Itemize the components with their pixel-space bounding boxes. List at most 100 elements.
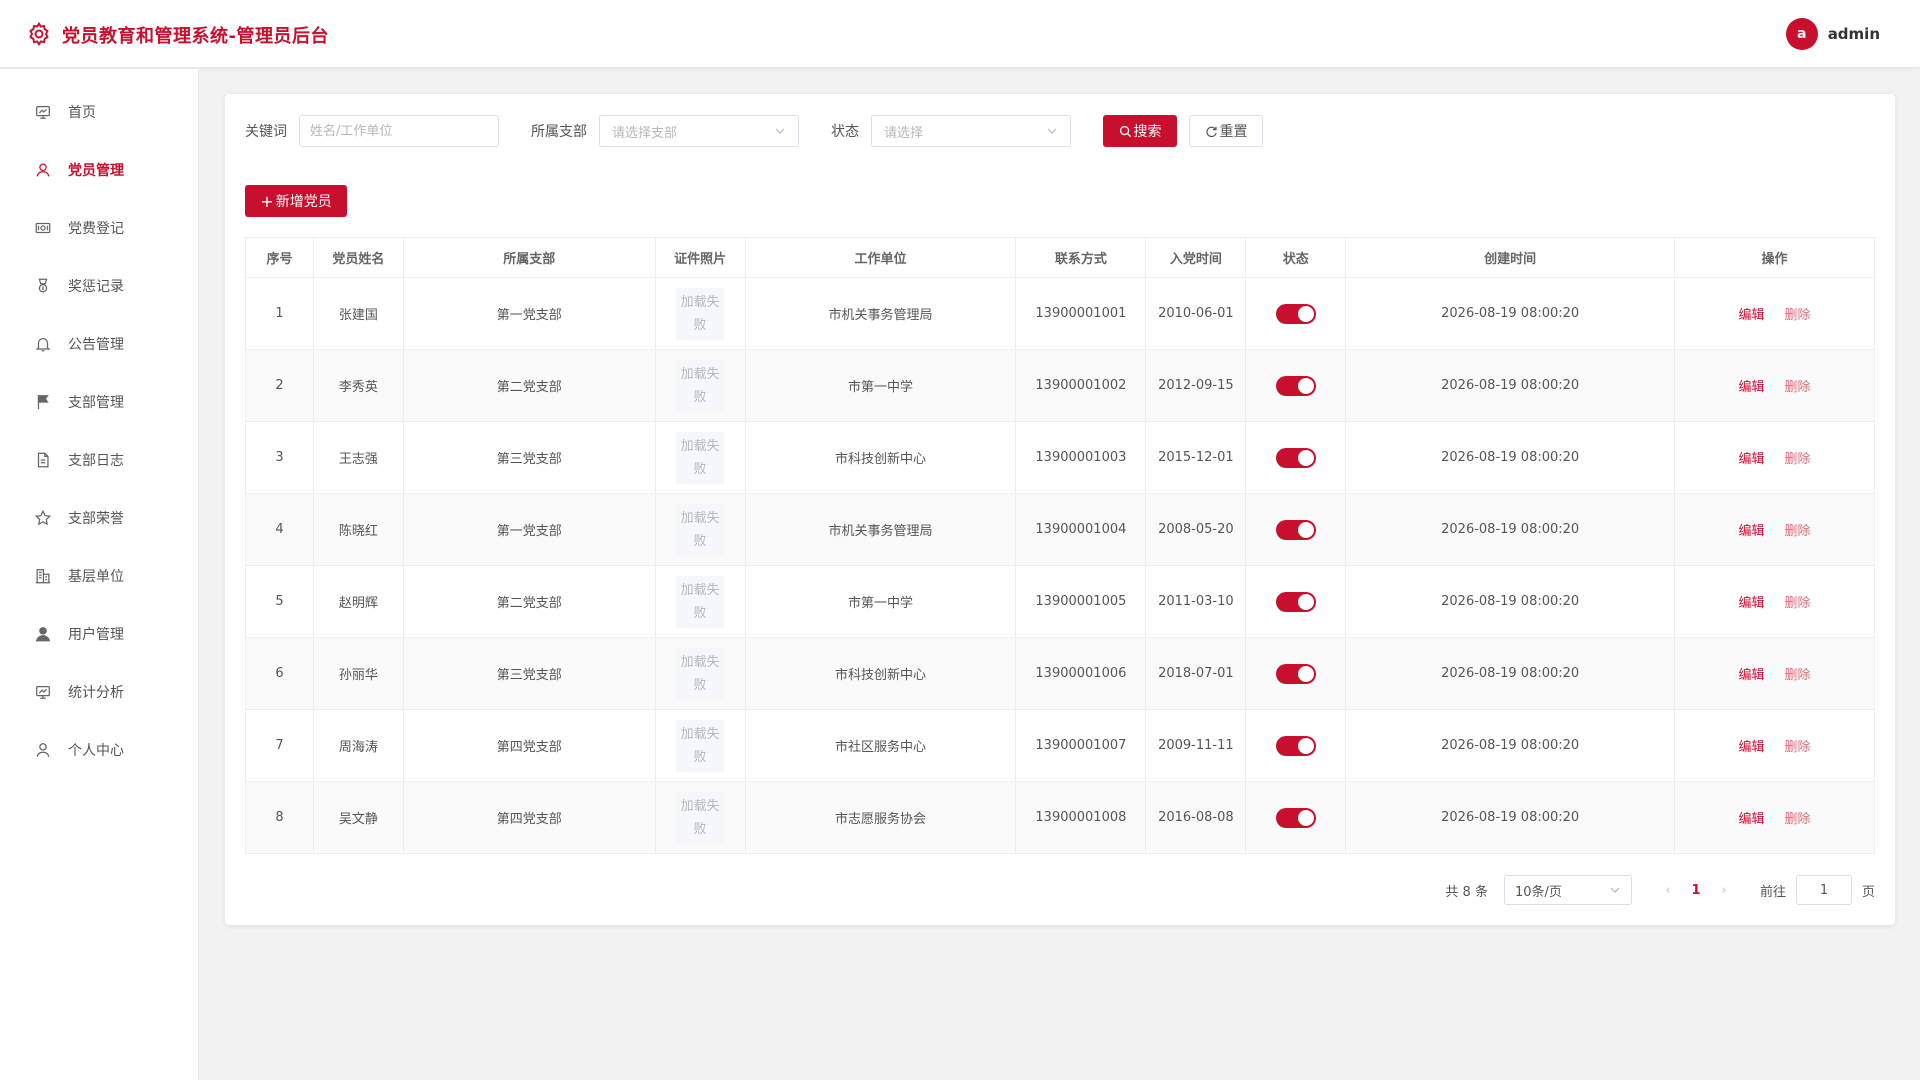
cell-photo: 加载失败	[654, 349, 746, 422]
cell-created: 2026-08-19 08:00:20	[1345, 565, 1676, 638]
status-toggle[interactable]	[1275, 807, 1316, 828]
cell-status	[1245, 493, 1347, 566]
add-member-button[interactable]: + 新增党员	[245, 185, 347, 217]
cell-no: 7	[245, 709, 314, 782]
cell-status	[1245, 709, 1347, 782]
cell-join-date: 2010-06-01	[1145, 277, 1247, 350]
photo-load-failed: 加载失败	[676, 431, 725, 484]
edit-link[interactable]: 编辑	[1739, 596, 1765, 611]
sidebar-item-2[interactable]: 党费登记	[0, 199, 198, 257]
edit-link[interactable]: 编辑	[1739, 380, 1765, 395]
edit-link[interactable]: 编辑	[1739, 812, 1765, 827]
sidebar-item-7[interactable]: 支部荣誉	[0, 489, 198, 547]
cell-photo: 加载失败	[654, 421, 746, 494]
status-toggle[interactable]	[1275, 303, 1316, 324]
sidebar-item-4[interactable]: 公告管理	[0, 315, 198, 373]
edit-link[interactable]: 编辑	[1739, 308, 1765, 323]
cell-name: 王志强	[312, 421, 404, 494]
goto-page-input[interactable]	[1795, 875, 1852, 905]
user-menu[interactable]: a admin	[1785, 18, 1880, 50]
cell-name: 张建国	[312, 277, 404, 350]
cell-unit: 市科技创新中心	[744, 421, 1017, 494]
cell-no: 3	[245, 421, 314, 494]
sidebar-item-6[interactable]: 支部日志	[0, 431, 198, 489]
goto-label: 前往	[1759, 884, 1786, 900]
cell-unit: 市志愿服务协会	[744, 781, 1017, 854]
sidebar-item-9[interactable]: 用户管理	[0, 605, 198, 663]
cell-unit: 市机关事务管理局	[744, 277, 1017, 350]
sidebar-item-5[interactable]: 支部管理	[0, 373, 198, 431]
status-toggle[interactable]	[1275, 519, 1316, 540]
sidebar-item-label: 支部管理	[68, 395, 124, 411]
sidebar-item-8[interactable]: 基层单位	[0, 547, 198, 605]
cell-actions: 编辑 删除	[1674, 565, 1875, 638]
reset-button-label: 重置	[1219, 124, 1248, 140]
photo-load-failed: 加载失败	[676, 791, 725, 844]
plus-icon: +	[260, 191, 274, 211]
cell-created: 2026-08-19 08:00:20	[1345, 493, 1676, 566]
search-button[interactable]: 搜索	[1103, 115, 1177, 147]
page-size-select[interactable]: 10条/页	[1503, 875, 1632, 905]
delete-link[interactable]: 删除	[1785, 308, 1811, 323]
cell-phone: 13900001005	[1015, 565, 1147, 638]
delete-link[interactable]: 删除	[1785, 524, 1811, 539]
next-page-icon[interactable]: ›	[1712, 883, 1736, 898]
delete-link[interactable]: 删除	[1785, 668, 1811, 683]
status-toggle[interactable]	[1275, 375, 1316, 396]
chevron-down-icon	[1610, 887, 1620, 893]
sidebar-item-label: 首页	[68, 105, 96, 121]
cell-phone: 13900001004	[1015, 493, 1147, 566]
cell-photo: 加载失败	[654, 277, 746, 350]
table-row: 3 王志强 第三党支部 加载失败 市科技创新中心 13900001003 2015-12-0…	[245, 421, 1875, 494]
cell-created: 2026-08-19 08:00:20	[1345, 277, 1676, 350]
avatar[interactable]: a	[1785, 18, 1818, 50]
table-header-row: 序号 党员姓名 所属支部 证件照片 工作单位 联系方式 入党时间 状态 创建时间 操作	[245, 237, 1875, 278]
cell-status	[1245, 349, 1347, 422]
cell-unit: 市第一中学	[744, 349, 1017, 422]
sidebar-item-0[interactable]: 首页	[0, 83, 198, 141]
content-card: 关键词 所属支部 请选择支部 状态 请选择 搜索 重置 + 新增党员	[225, 94, 1895, 925]
delete-link[interactable]: 删除	[1785, 740, 1811, 755]
members-table: 序号 党员姓名 所属支部 证件照片 工作单位 联系方式 入党时间 状态 创建时间 操作 1 张建国第…	[245, 237, 1875, 854]
cell-branch: 第三党支部	[402, 637, 656, 710]
column-header: 党员姓名	[312, 237, 404, 278]
branch-select[interactable]: 请选择支部	[599, 115, 799, 147]
status-toggle[interactable]	[1275, 663, 1316, 684]
keyword-input[interactable]	[299, 115, 499, 147]
cell-branch: 第二党支部	[402, 565, 656, 638]
delete-link[interactable]: 删除	[1785, 380, 1811, 395]
cell-join-date: 2009-11-11	[1145, 709, 1247, 782]
prev-page-icon[interactable]: ‹	[1656, 883, 1680, 898]
sidebar-item-label: 统计分析	[68, 685, 124, 701]
edit-link[interactable]: 编辑	[1739, 668, 1765, 683]
reset-button[interactable]: 重置	[1189, 115, 1263, 147]
cell-photo: 加载失败	[654, 565, 746, 638]
chevron-down-icon	[775, 128, 785, 134]
status-toggle[interactable]	[1275, 447, 1316, 468]
sidebar-item-3[interactable]: 奖惩记录	[0, 257, 198, 315]
edit-link[interactable]: 编辑	[1739, 452, 1765, 467]
delete-link[interactable]: 删除	[1785, 596, 1811, 611]
table-row: 4 陈晓红 第一党支部 加载失败 市机关事务管理局 13900001004 2008-05-…	[245, 493, 1875, 566]
status-toggle[interactable]	[1275, 735, 1316, 756]
cell-actions: 编辑 删除	[1674, 637, 1875, 710]
sidebar-item-label: 党员管理	[68, 163, 124, 179]
cell-created: 2026-08-19 08:00:20	[1345, 781, 1676, 854]
edit-link[interactable]: 编辑	[1739, 740, 1765, 755]
page-number-current[interactable]: 1	[1680, 883, 1712, 898]
column-header: 创建时间	[1345, 237, 1676, 278]
status-toggle[interactable]	[1275, 591, 1316, 612]
delete-link[interactable]: 删除	[1785, 812, 1811, 827]
edit-link[interactable]: 编辑	[1739, 524, 1765, 539]
cell-no: 1	[245, 277, 314, 350]
username[interactable]: admin	[1828, 25, 1880, 43]
sidebar-item-1[interactable]: 党员管理	[0, 141, 198, 199]
sidebar-item-11[interactable]: 个人中心	[0, 721, 198, 779]
cell-branch: 第二党支部	[402, 349, 656, 422]
cell-status	[1245, 421, 1347, 494]
sidebar-item-10[interactable]: 统计分析	[0, 663, 198, 721]
photo-load-failed: 加载失败	[676, 503, 725, 556]
status-select[interactable]: 请选择	[871, 115, 1071, 147]
delete-link[interactable]: 删除	[1785, 452, 1811, 467]
cell-unit: 市社区服务中心	[744, 709, 1017, 782]
